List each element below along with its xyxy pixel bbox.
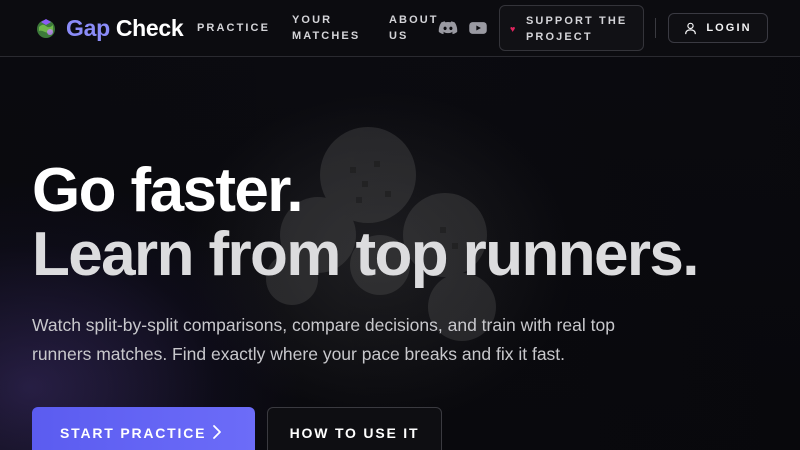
header-divider [655, 18, 656, 38]
top-navigation-bar: Gap Check PRACTICE YOUR MATCHES ABOUT US… [0, 0, 800, 57]
chevron-right-icon [213, 425, 221, 439]
hero-headline-line-2: Learn from top runners. [32, 220, 700, 289]
login-button-label: LOGIN [706, 22, 752, 34]
start-practice-button[interactable]: START PRACTICE [32, 407, 255, 450]
globe-logo-icon [37, 19, 55, 38]
brand-name-check: Check [115, 14, 184, 41]
how-to-use-it-label: HOW TO USE IT [289, 425, 420, 441]
nav-about-us-link[interactable]: ABOUT US [389, 12, 444, 44]
support-the-project-button[interactable]: ♥ SUPPORT THE PROJECT [499, 5, 644, 51]
discord-icon[interactable] [438, 18, 458, 38]
youtube-icon[interactable] [468, 18, 488, 38]
login-button[interactable]: LOGIN [668, 13, 768, 43]
heart-icon: ♥ [510, 24, 516, 34]
hero-headline-line-1: Go faster. [32, 156, 304, 225]
brand-home-link[interactable]: Gap Check [35, 14, 184, 41]
user-icon [685, 22, 697, 34]
brand-name-gap: Gap [66, 14, 110, 41]
how-to-use-it-button[interactable]: HOW TO USE IT [267, 407, 442, 450]
start-practice-label: START PRACTICE [60, 425, 207, 441]
nav-your-matches-link[interactable]: YOUR MATCHES [292, 12, 372, 44]
hero-subtitle: Watch split-by-split comparisons, compar… [32, 315, 615, 364]
support-button-label: SUPPORT THE PROJECT [526, 15, 628, 43]
nav-practice-link[interactable]: PRACTICE [197, 20, 270, 36]
